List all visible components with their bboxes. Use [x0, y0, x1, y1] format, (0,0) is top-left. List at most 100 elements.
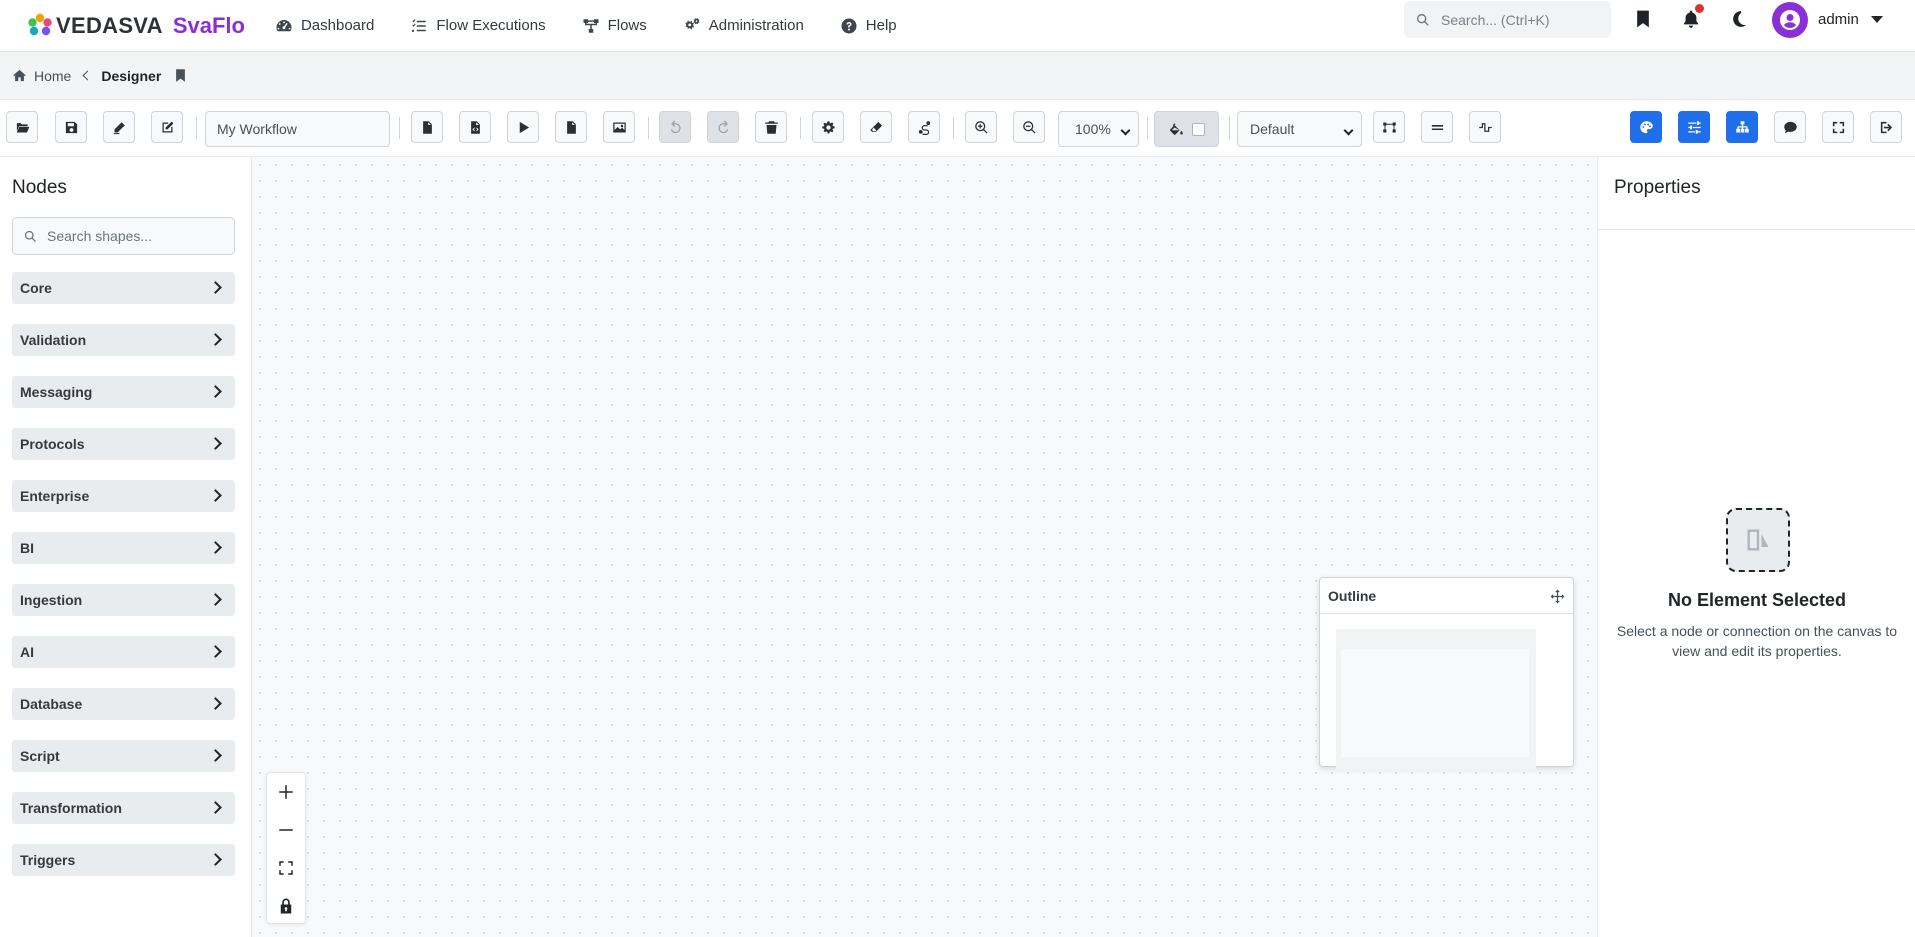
bookmark-icon	[1637, 10, 1649, 28]
nav-flow-executions[interactable]: Flow Executions	[410, 17, 546, 35]
outline-toggle-button[interactable]	[1726, 111, 1758, 143]
outline-header[interactable]: Outline	[1320, 578, 1573, 614]
fill-color-button[interactable]	[1154, 111, 1219, 147]
route-icon	[918, 120, 930, 135]
node-category[interactable]: Protocols	[12, 428, 235, 460]
connector-straight-button[interactable]	[1421, 111, 1453, 143]
export-pdf-button[interactable]	[555, 111, 587, 143]
node-category-label: Script	[20, 748, 60, 764]
node-category[interactable]: Core	[12, 272, 235, 304]
workflow-name-input[interactable]	[205, 111, 390, 147]
undo-button[interactable]	[659, 111, 691, 143]
zoom-in-button[interactable]	[965, 111, 997, 143]
node-category[interactable]: Messaging	[12, 376, 235, 408]
nav-label: Flow Executions	[436, 17, 546, 34]
connector-orthogonal-button[interactable]	[1469, 111, 1501, 143]
designer-canvas[interactable]	[252, 157, 1596, 937]
layout-select[interactable]: Default	[1237, 111, 1362, 147]
nav-label: Help	[865, 17, 897, 34]
node-category[interactable]: BI	[12, 532, 235, 564]
minus-icon	[279, 829, 293, 831]
zoom-out-button[interactable]	[1013, 111, 1045, 143]
edit-button[interactable]	[103, 111, 135, 143]
breadcrumb-home[interactable]: Home	[12, 68, 71, 84]
redo-button[interactable]	[707, 111, 739, 143]
file-code-icon	[470, 120, 480, 134]
nav-dashboard[interactable]: Dashboard	[275, 17, 374, 35]
chevron-left-icon	[82, 70, 93, 81]
node-category[interactable]: Enterprise	[12, 480, 235, 512]
bookmarks-button[interactable]	[1631, 7, 1655, 31]
delete-button[interactable]	[755, 111, 787, 143]
toolbar-divider	[800, 117, 801, 139]
empty-state-description: Select a node or connection on the canva…	[1616, 623, 1898, 659]
breadcrumb: Home Designer	[0, 52, 1915, 100]
theme-palette-button[interactable]	[1630, 111, 1662, 143]
node-category[interactable]: Database	[12, 688, 235, 720]
paint-bucket-icon	[1170, 122, 1183, 135]
comment-icon	[1783, 121, 1797, 133]
bookmark-page-icon[interactable]	[173, 68, 188, 83]
shape-search[interactable]	[12, 217, 235, 255]
node-category[interactable]: Ingestion	[12, 584, 235, 616]
node-category[interactable]: Validation	[12, 324, 235, 356]
sitemap-icon	[1735, 120, 1749, 132]
node-category[interactable]: Triggers	[12, 844, 235, 876]
chevron-right-icon	[209, 541, 222, 554]
zoom-level-select[interactable]: 100%	[1058, 111, 1139, 147]
open-button[interactable]	[6, 111, 38, 143]
folder-open-icon	[15, 122, 29, 132]
file-pdf-icon	[566, 120, 576, 134]
canvas-zoom-out-button[interactable]	[267, 811, 305, 849]
fullscreen-button[interactable]	[1822, 111, 1854, 143]
gear-icon	[821, 120, 835, 133]
clear-button[interactable]	[860, 111, 892, 143]
outline-panel[interactable]: Outline	[1319, 577, 1574, 770]
new-document-button[interactable]	[411, 111, 443, 143]
shape-search-input[interactable]	[47, 228, 227, 244]
nav-label: Dashboard	[300, 17, 375, 34]
chevron-right-icon	[209, 281, 222, 294]
node-category[interactable]: Transformation	[12, 792, 235, 824]
nav-administration[interactable]: Administration	[683, 17, 804, 35]
nav-help[interactable]: Help	[840, 17, 897, 35]
save-button[interactable]	[55, 111, 87, 143]
home-icon	[13, 69, 26, 82]
layout-value: Default	[1250, 121, 1295, 137]
chevron-right-icon	[209, 385, 222, 398]
user-menu[interactable]: admin	[1772, 1, 1883, 38]
node-category-label: Messaging	[20, 384, 93, 400]
chevron-right-icon	[209, 749, 222, 762]
comments-button[interactable]	[1774, 111, 1806, 143]
theme-toggle-button[interactable]	[1727, 7, 1751, 31]
global-search[interactable]	[1404, 1, 1611, 38]
designer-toolbar: 100% Default	[0, 101, 1915, 157]
move-arrows-icon[interactable]	[1550, 589, 1565, 604]
fit-view-button[interactable]	[267, 849, 305, 887]
global-search-input[interactable]	[1441, 11, 1601, 28]
connector-curve-button[interactable]	[1373, 111, 1405, 143]
connect-button[interactable]	[908, 111, 940, 143]
node-category-label: Validation	[20, 332, 87, 348]
file-icon	[422, 120, 432, 134]
brand-logo-icon	[28, 13, 52, 35]
nav-flows[interactable]: Flows	[582, 17, 647, 35]
export-image-button[interactable]	[603, 111, 635, 143]
lock-canvas-button[interactable]	[267, 887, 305, 925]
settings-button[interactable]	[812, 111, 844, 143]
export-code-button[interactable]	[459, 111, 491, 143]
properties-toggle-button[interactable]	[1678, 111, 1710, 143]
node-category[interactable]: AI	[12, 636, 235, 668]
image-icon	[612, 122, 626, 132]
toolbar-divider	[196, 117, 197, 139]
run-button[interactable]	[507, 111, 539, 143]
exit-designer-button[interactable]	[1870, 111, 1902, 143]
brand[interactable]: VEDASVA SvaFlo	[26, 0, 245, 52]
notifications-button[interactable]	[1679, 4, 1704, 31]
node-category[interactable]: Script	[12, 740, 235, 772]
nav-label: Flows	[607, 17, 647, 34]
rename-button[interactable]	[151, 111, 183, 143]
chevron-right-icon	[209, 697, 222, 710]
canvas-zoom-in-button[interactable]	[267, 773, 305, 811]
outline-viewport[interactable]	[1336, 629, 1536, 770]
